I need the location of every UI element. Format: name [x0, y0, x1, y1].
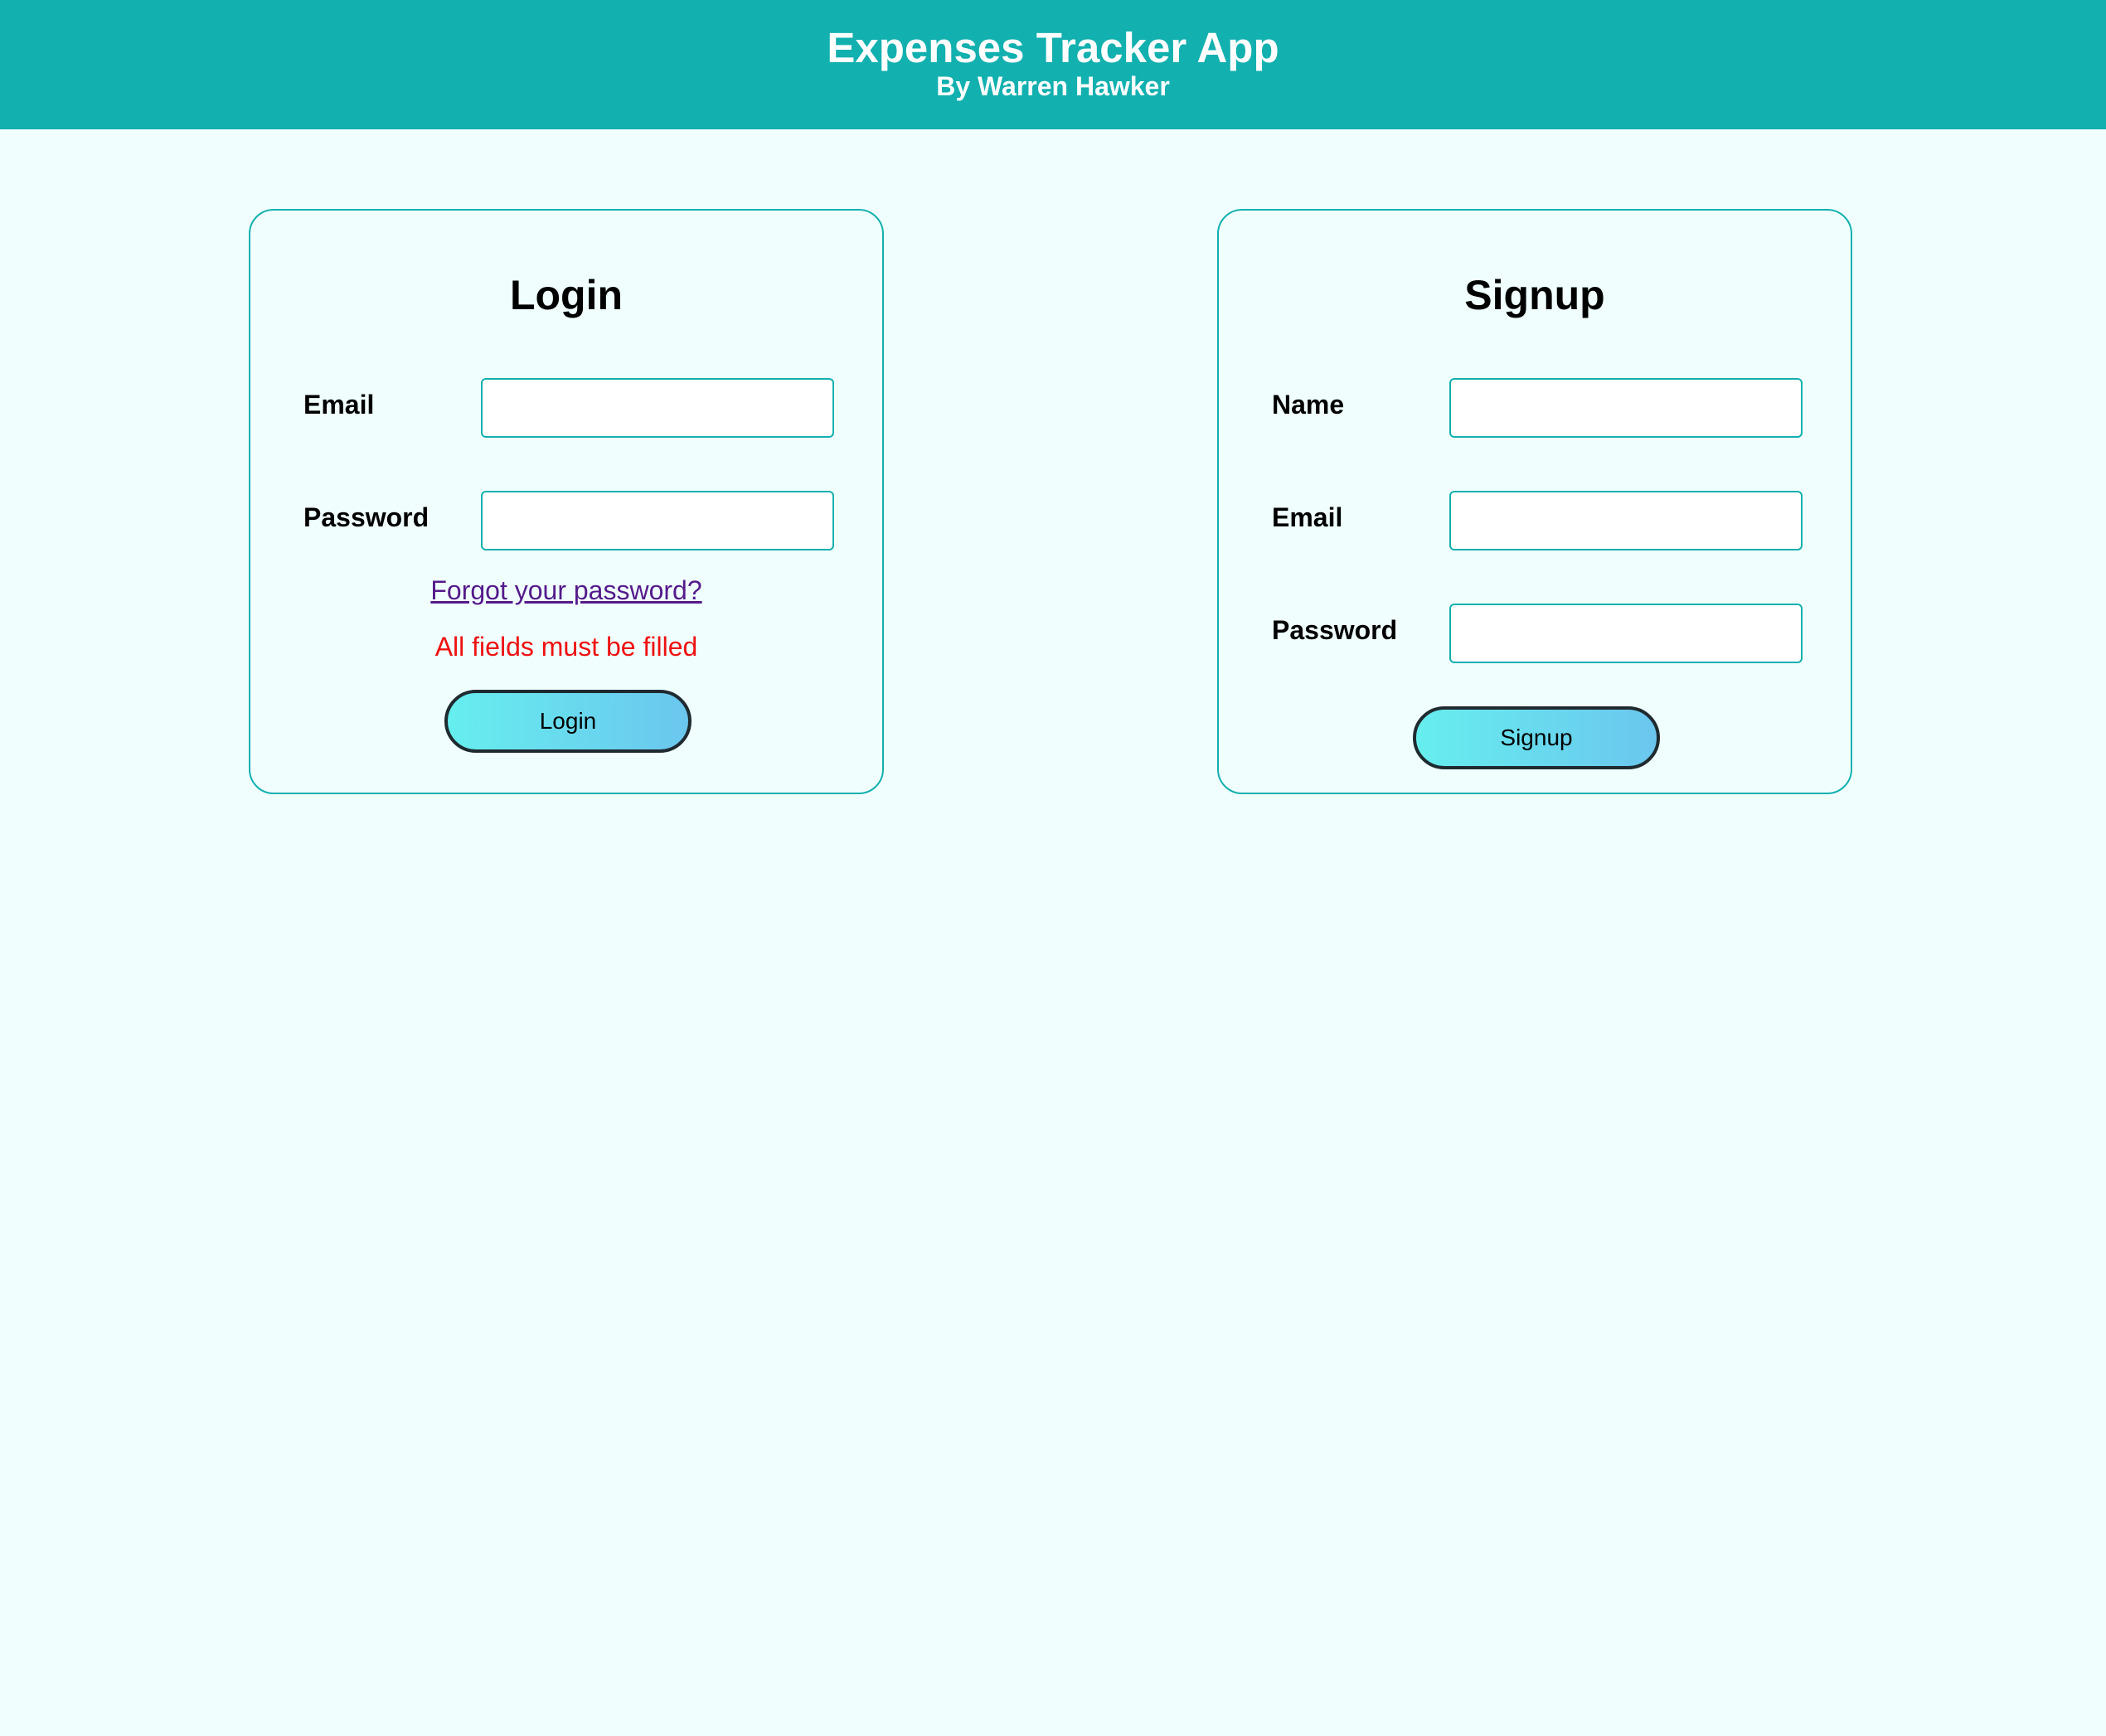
login-email-label: Email [303, 390, 375, 419]
signup-email-label: Email [1272, 502, 1343, 532]
signup-password-input[interactable] [1449, 604, 1803, 663]
login-password-input[interactable] [481, 491, 834, 550]
login-email-input[interactable] [481, 378, 834, 438]
app-subtitle: By Warren Hawker [936, 71, 1170, 101]
signup-name-input[interactable] [1449, 378, 1803, 438]
signup-button[interactable]: Signup [1413, 706, 1660, 769]
signup-password-label: Password [1272, 615, 1398, 645]
app-title: Expenses Tracker App [827, 24, 1279, 71]
app-header: Expenses Tracker App By Warren Hawker [0, 0, 2106, 129]
signup-card: Signup Name Email Password Signup [1217, 209, 1852, 794]
forgot-password-row: Forgot your password? [250, 574, 882, 607]
signup-email-input[interactable] [1449, 491, 1803, 550]
login-password-label: Password [303, 502, 429, 532]
signup-name-label: Name [1272, 390, 1345, 419]
login-button[interactable]: Login [444, 690, 691, 753]
login-card: Login Email Password Forgot your passwor… [249, 209, 884, 794]
signup-title: Signup [1464, 272, 1605, 318]
forgot-password-link[interactable]: Forgot your password? [430, 575, 701, 605]
login-error-message: All fields must be filled [434, 632, 698, 662]
login-title: Login [509, 272, 624, 318]
